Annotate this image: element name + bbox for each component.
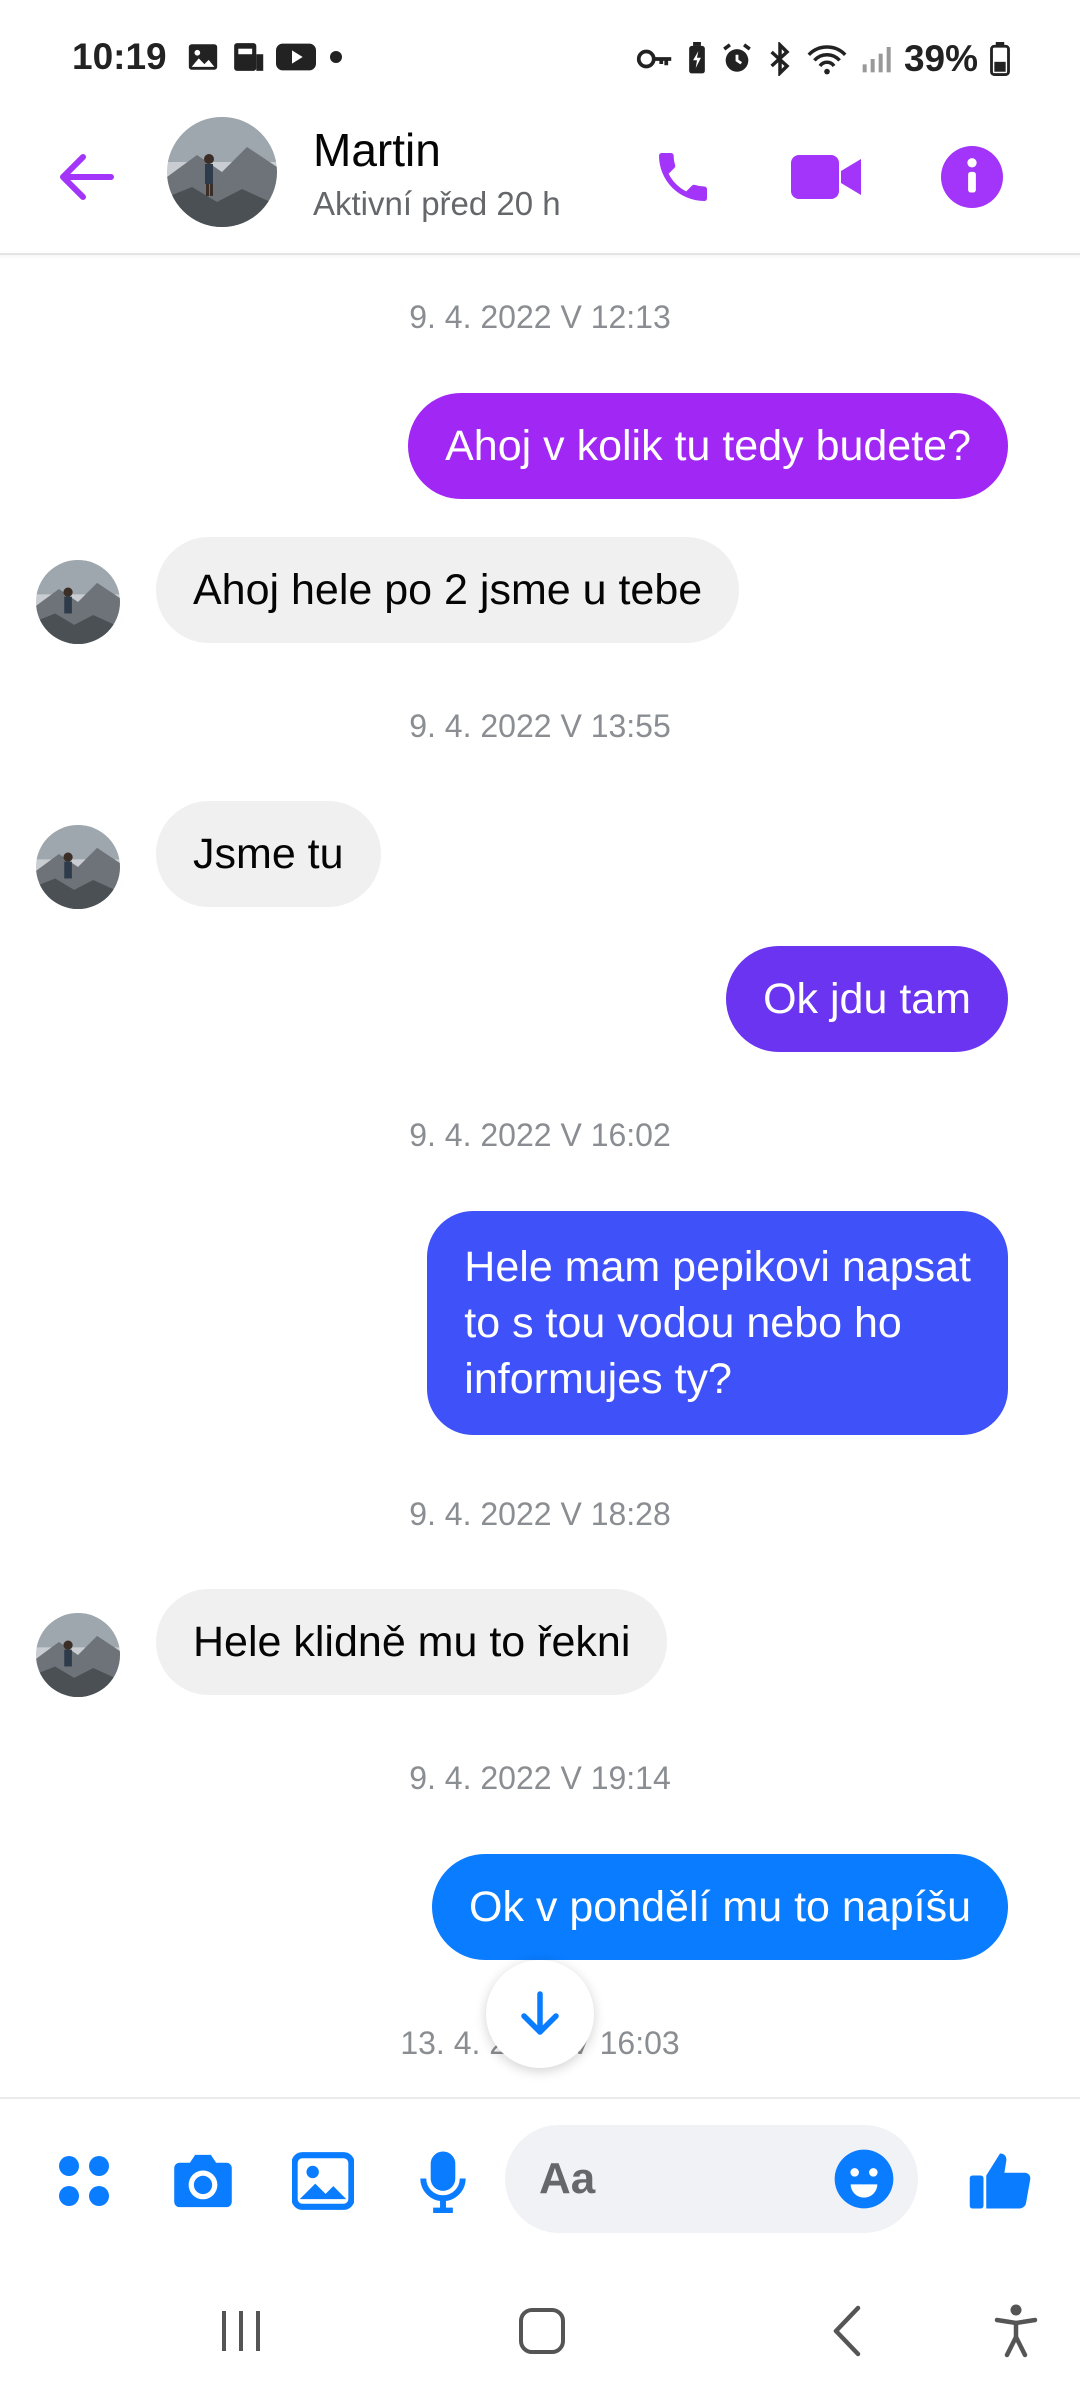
system-navigation-bar [0, 2261, 1080, 2400]
message-line: informujes ty? [464, 1355, 732, 1403]
sender-avatar[interactable] [36, 1613, 120, 1697]
message-composer [0, 2097, 1080, 2261]
incoming-message[interactable]: Ahoj hele po 2 jsme u tebe [156, 537, 740, 643]
gallery-button[interactable] [285, 2143, 361, 2219]
back-button[interactable] [808, 2296, 888, 2366]
message-timestamp: 9. 4. 2022 V 16:02 [409, 1117, 671, 1153]
message-input[interactable] [539, 2147, 819, 2211]
wifi-icon [807, 45, 847, 75]
sender-avatar[interactable] [36, 560, 120, 644]
apps-button[interactable] [46, 2143, 122, 2219]
back-arrow-button[interactable] [50, 142, 120, 212]
contact-name[interactable]: Martin [313, 123, 441, 177]
status-time: 10:19 [72, 36, 167, 77]
video-call-button[interactable] [787, 137, 867, 217]
key-icon [636, 49, 672, 69]
outgoing-message[interactable]: Ok v pondělí mu to napíšu [432, 1854, 1008, 1960]
avatar-photo-icon [36, 825, 120, 909]
gallery-icon [292, 2152, 354, 2210]
message-input-pill[interactable] [505, 2125, 918, 2233]
avatar-photo-icon [36, 1613, 120, 1697]
message-thread[interactable]: 9. 4. 2022 V 12:13 Ahoj v kolik tu tedy … [0, 257, 1080, 2097]
video-camera-icon [791, 155, 861, 199]
home-button[interactable] [502, 2296, 582, 2366]
voice-call-button[interactable] [643, 137, 723, 217]
message-timestamp: 9. 4. 2022 V 18:28 [409, 1496, 671, 1532]
microphone-button[interactable] [405, 2143, 481, 2219]
sim-card-icon [234, 43, 264, 71]
recents-icon [222, 2311, 260, 2351]
avatar-photo-icon [167, 117, 277, 227]
outgoing-message[interactable]: Ahoj v kolik tu tedy budete? [408, 393, 1008, 499]
status-right-icons: 39% [636, 38, 1010, 80]
accessibility-icon [994, 2304, 1038, 2358]
incoming-message[interactable]: Jsme tu [156, 801, 381, 907]
recents-button[interactable] [201, 2296, 281, 2366]
battery-icon [990, 42, 1010, 76]
phone-icon [659, 153, 707, 201]
contact-active-status: Aktivní před 20 h [313, 185, 561, 222]
arrow-left-icon [60, 154, 114, 200]
message-timestamp: 9. 4. 2022 V 13:55 [409, 708, 671, 744]
battery-percentage: 39% [903, 38, 978, 79]
microphone-icon [420, 2151, 466, 2213]
info-icon [941, 146, 1003, 208]
chevron-left-icon [833, 2305, 861, 2357]
camera-button[interactable] [165, 2143, 241, 2219]
outgoing-message[interactable]: Ok jdu tam [726, 946, 1008, 1052]
emoji-icon[interactable] [832, 2147, 896, 2211]
dot-icon [330, 51, 342, 63]
message-line: Hele mam pepikovi napsat [464, 1243, 971, 1291]
thumbs-up-icon [969, 2153, 1031, 2209]
incoming-message[interactable]: Hele klidně mu to řekni [156, 1589, 668, 1695]
message-timestamp: 9. 4. 2022 V 19:14 [409, 1760, 671, 1796]
battery-saver-icon [689, 42, 705, 74]
sender-avatar[interactable] [36, 825, 120, 909]
chat-header: Martin Aktivní před 20 h [0, 110, 1080, 255]
status-left-icons [186, 40, 346, 74]
avatar-photo-icon [36, 560, 120, 644]
message-line: to s tou vodou nebo ho [464, 1299, 902, 1347]
status-bar: 10:19 39% [0, 0, 1080, 110]
youtube-icon [276, 43, 316, 71]
outgoing-message-multiline[interactable]: Hele mam pepikovi napsat to s tou vodou … [427, 1211, 1008, 1435]
camera-icon [174, 2154, 232, 2208]
gallery-icon [188, 44, 218, 70]
message-timestamp: 9. 4. 2022 V 12:13 [409, 299, 671, 335]
home-icon [519, 2308, 565, 2354]
alarm-icon [723, 43, 751, 72]
arrow-down-icon [521, 1991, 559, 2035]
bluetooth-icon [770, 42, 790, 76]
like-button[interactable] [962, 2143, 1038, 2219]
apps-icon [59, 2156, 109, 2206]
contact-avatar[interactable] [167, 117, 277, 227]
accessibility-button[interactable] [976, 2296, 1056, 2366]
signal-icon [862, 47, 891, 73]
info-button[interactable] [932, 137, 1012, 217]
scroll-to-bottom-button[interactable] [486, 1960, 594, 2068]
